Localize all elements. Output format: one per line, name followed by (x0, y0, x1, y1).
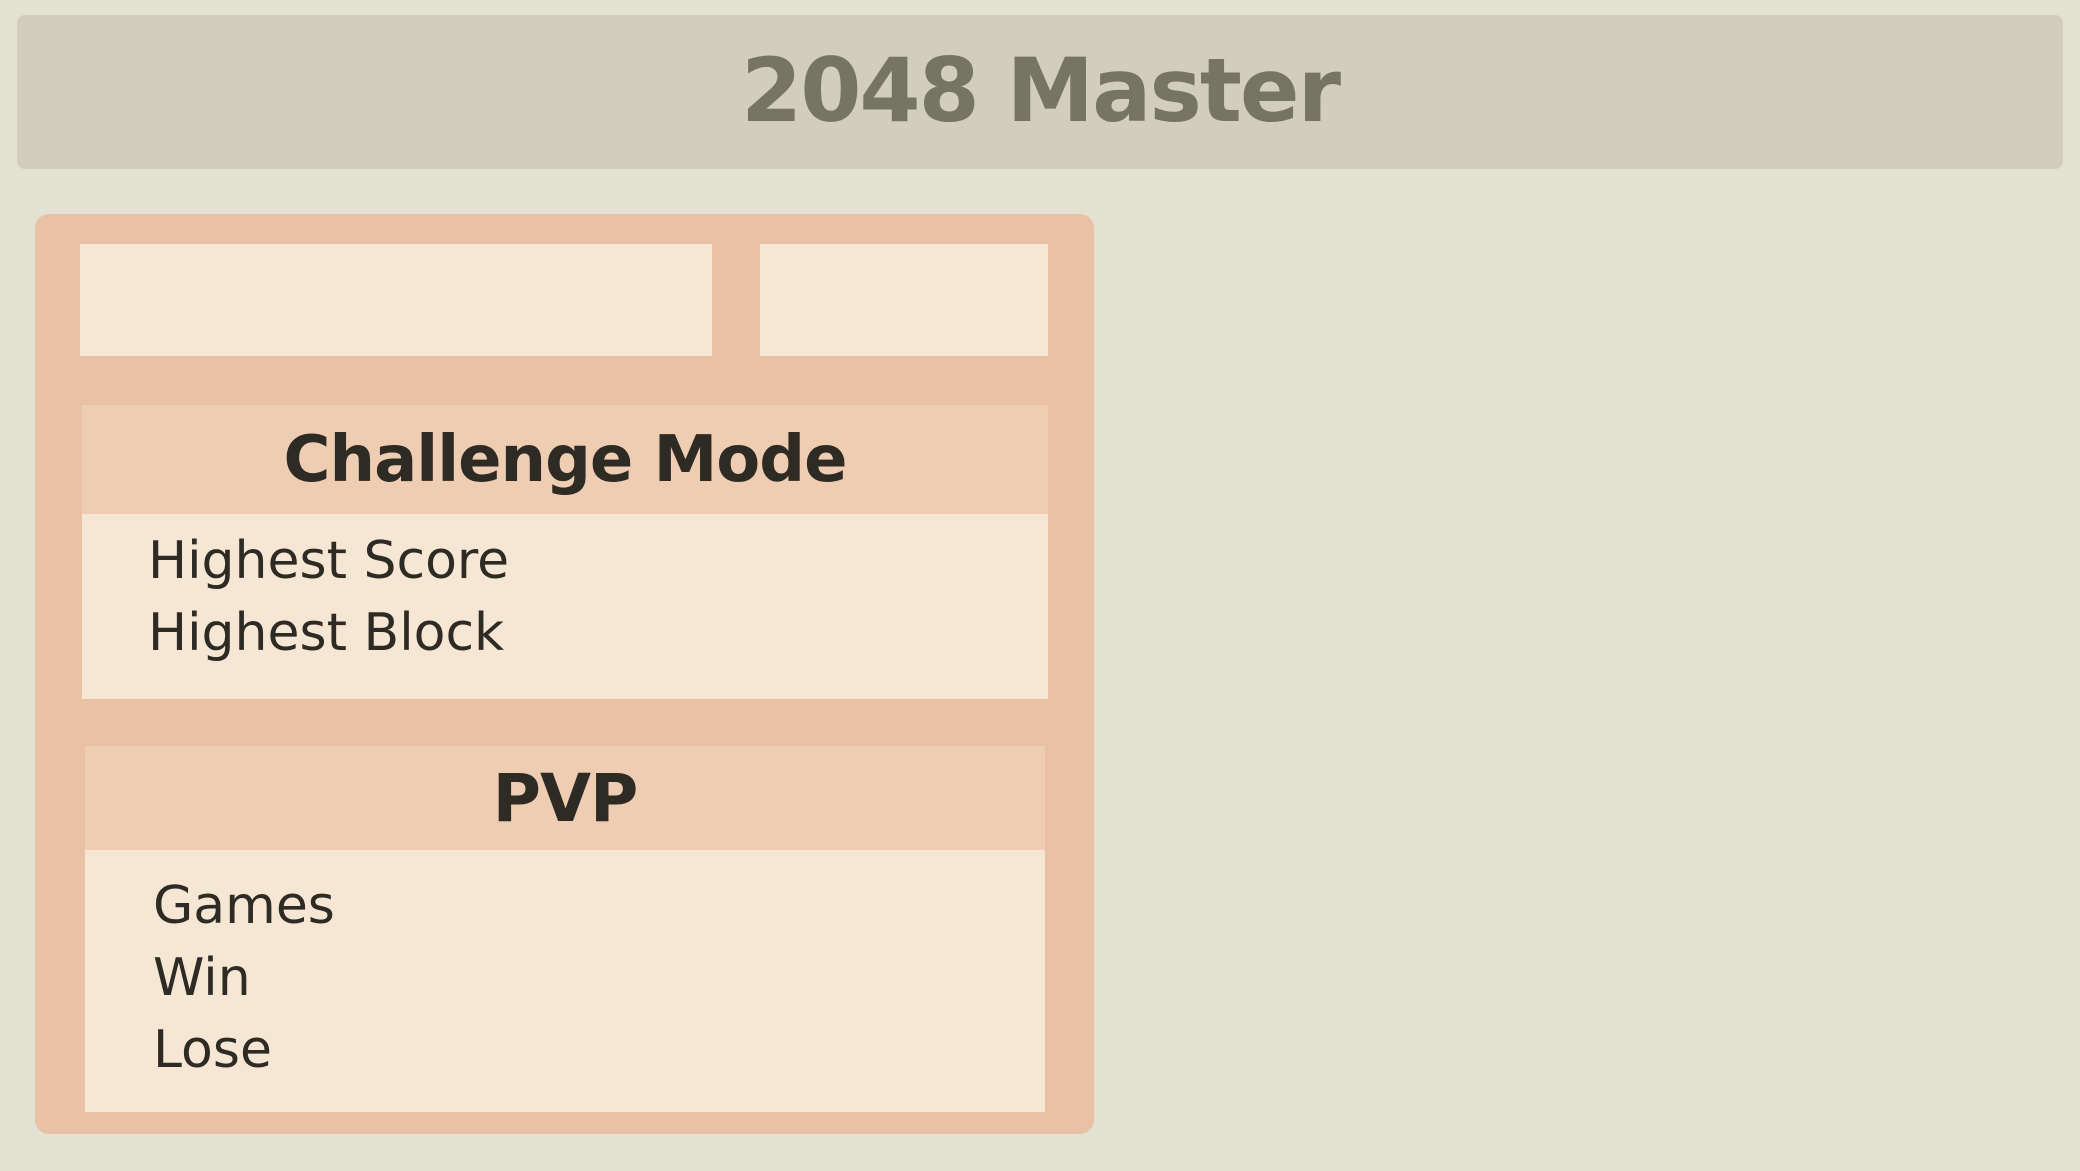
highest-block-label: Highest Block (148, 603, 505, 663)
pvp-section: PVP Games Win Lose (85, 746, 1045, 1112)
app-title: 2048 Master (740, 39, 1341, 142)
challenge-mode-stats: Highest Score Highest Block (82, 514, 1048, 669)
pvp-stats: Games Win Lose (85, 850, 1045, 1086)
stats-panel: Challenge Mode Highest Score Highest Blo… (35, 214, 1094, 1134)
player-info-box (760, 244, 1048, 356)
highest-score-label: Highest Score (148, 531, 510, 591)
player-name-box (80, 244, 712, 356)
win-label: Win (153, 948, 251, 1008)
challenge-mode-section: Challenge Mode Highest Score Highest Blo… (82, 405, 1048, 699)
lose-label: Lose (153, 1020, 272, 1080)
app-header: 2048 Master (17, 15, 2063, 169)
challenge-mode-title: Challenge Mode (82, 405, 1048, 514)
games-label: Games (153, 876, 335, 936)
pvp-title: PVP (85, 746, 1045, 850)
